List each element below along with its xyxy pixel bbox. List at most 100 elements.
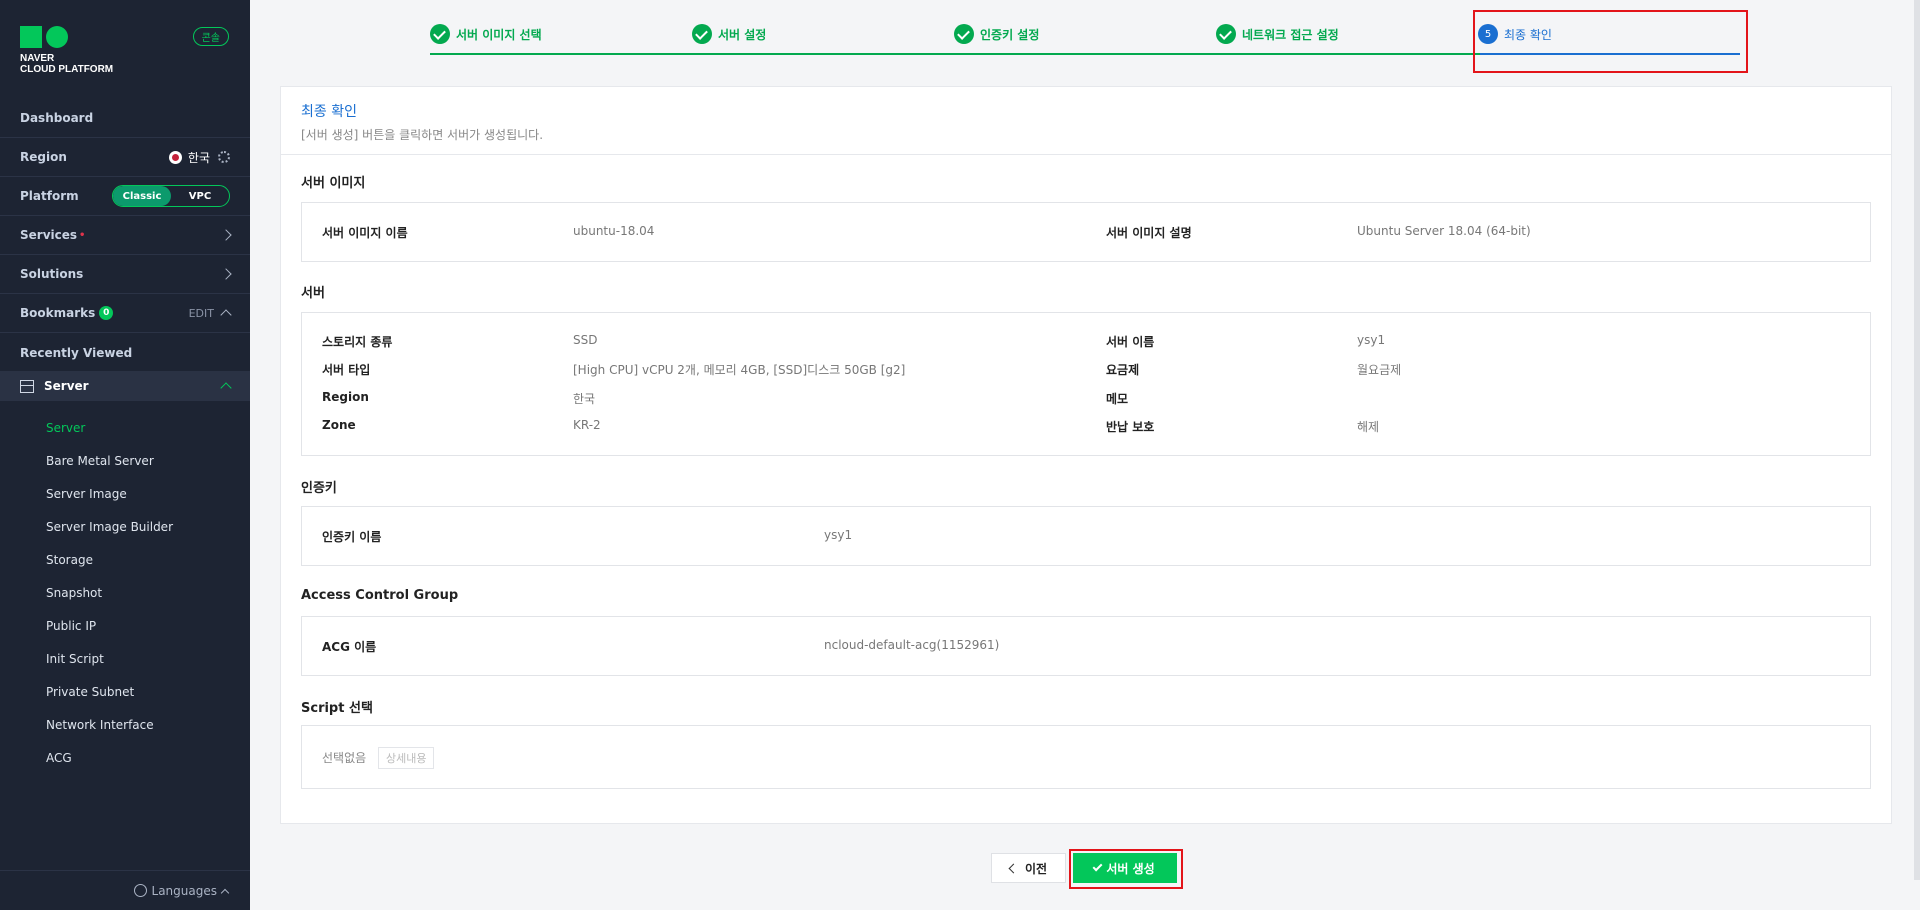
sidebar-item-network-interface[interactable]: Network Interface [46,718,154,732]
console-badge[interactable]: 콘솔 [192,27,229,46]
platform-vpc-option[interactable]: VPC [171,186,229,206]
check-circle-icon [692,24,712,44]
server-name-value: ysy1 [1357,333,1386,347]
image-name-value: ubuntu-18.04 [573,224,655,238]
scrollbar[interactable] [1914,0,1920,880]
nav-dashboard[interactable]: Dashboard [0,99,250,138]
region-selector[interactable]: 한국 [168,149,210,166]
step-server-image[interactable]: 서버 이미지 선택 [430,24,542,44]
server-type-value: [High CPU] vCPU 2개, 메모리 4GB, [SSD]디스크 50… [573,363,906,377]
nav-services-label: Services [20,228,78,242]
server-name-label: 서버 이름 [1106,335,1155,349]
sidebar-item-private-subnet[interactable]: Private Subnet [46,685,134,699]
script-box: 선택없음 상세내용 [301,725,1871,789]
naver-cloud-logo[interactable]: NAVER CLOUD PLATFORM [20,26,113,75]
step-auth-key[interactable]: 인증키 설정 [954,24,1039,44]
memo-label: 메모 [1106,392,1129,406]
sidebar-item-bare-metal-server[interactable]: Bare Metal Server [46,454,154,468]
bookmarks-edit-button[interactable]: EDIT [189,307,214,320]
chevron-right-icon [220,229,232,241]
sidebar-item-storage[interactable]: Storage [46,553,93,567]
sidebar-item-public-ip[interactable]: Public IP [46,619,96,633]
acg-name-label: ACG 이름 [322,640,377,654]
pricing-plan-value: 월요금제 [1357,363,1402,377]
sidebar-item-snapshot[interactable]: Snapshot [46,586,102,600]
termination-protection-label: 반납 보호 [1106,420,1155,434]
section-title-auth-key: 인증키 [301,481,337,496]
chevron-up-icon [220,382,232,394]
step-network-access[interactable]: 네트워크 접근 설정 [1216,24,1339,44]
nav-region[interactable]: Region 한국 [0,138,250,177]
server-icon [20,379,34,393]
sidebar-item-acg[interactable]: ACG [46,751,72,765]
languages-selector[interactable]: Languages [0,870,250,910]
storage-type-label: 스토리지 종류 [322,335,393,349]
nav-solutions-label: Solutions [20,267,84,281]
sidebar: NAVER CLOUD PLATFORM 콘솔 Dashboard Region… [0,0,250,910]
platform-toggle[interactable]: Classic VPC [112,185,230,207]
check-circle-icon [954,24,974,44]
section-title-server: 서버 [301,286,325,301]
bookmarks-count-badge: 0 [99,306,114,320]
stepper-progress-line [430,53,1480,55]
server-settings-box: 스토리지 종류 SSD 서버 타입 [High CPU] vCPU 2개, 메모… [301,312,1871,456]
image-desc-label: 서버 이미지 설명 [1106,226,1192,240]
script-selection-row: 선택없음 상세내용 [322,747,435,769]
server-image-box: 서버 이미지 이름 ubuntu-18.04 서버 이미지 설명 Ubuntu … [301,202,1871,262]
sidebar-item-init-script[interactable]: Init Script [46,652,104,666]
final-confirm-panel: 최종 확인 [서버 생성] 버튼을 클릭하면 서버가 생성됩니다. 서버 이미지… [280,86,1892,824]
acg-name-value: ncloud-default-acg(1152961) [824,638,1000,652]
sidebar-item-server[interactable]: Server [46,421,85,435]
server-type-label: 서버 타입 [322,363,371,377]
chevron-left-icon [1008,863,1019,873]
platform-classic-option[interactable]: Classic [113,186,171,206]
highlight-box-create-button [1069,849,1183,889]
image-desc-value: Ubuntu Server 18.04 (64-bit) [1357,224,1531,238]
step-server-settings[interactable]: 서버 설정 [692,24,766,44]
section-title-script: Script 선택 [301,701,373,716]
highlight-box-current-step [1473,10,1748,73]
nav-server-group[interactable]: Server [0,371,250,401]
step-label: 서버 설정 [718,27,767,42]
termination-protection-value: 해제 [1357,420,1380,434]
chevron-up-icon[interactable] [220,309,232,321]
nav-bookmarks[interactable]: Bookmarks 0 EDIT [0,294,250,333]
region-label: Region [20,150,67,164]
nav-recently-viewed[interactable]: Recently Viewed [0,333,250,372]
nav-dashboard-label: Dashboard [20,111,94,125]
panel-description: [서버 생성] 버튼을 클릭하면 서버가 생성됩니다. [301,128,544,142]
panel-header: 최종 확인 [서버 생성] 버튼을 클릭하면 서버가 생성됩니다. [281,87,1891,155]
step-label: 인증키 설정 [980,27,1040,42]
panel-title: 최종 확인 [301,104,357,120]
nav-recently-viewed-label: Recently Viewed [20,345,133,360]
section-title-server-image: 서버 이미지 [301,176,366,191]
chevron-right-icon [220,268,232,280]
acg-box: ACG 이름 ncloud-default-acg(1152961) [301,616,1871,676]
auth-key-name-label: 인증키 이름 [322,530,382,544]
zone-label: Zone [322,418,356,432]
step-label: 네트워크 접근 설정 [1242,27,1339,42]
check-circle-icon [1216,24,1236,44]
sidebar-item-server-image[interactable]: Server Image [46,487,127,501]
nav-server-group-label: Server [44,379,89,393]
nav-bookmarks-label: Bookmarks [20,306,96,320]
region-label: Region [322,390,369,404]
chevron-up-icon [220,888,230,897]
prev-button[interactable]: 이전 [991,853,1066,883]
gear-icon[interactable] [218,151,230,163]
nav-services[interactable]: Services • [0,216,250,255]
zone-value: KR-2 [573,418,601,432]
script-detail-button[interactable]: 상세내용 [378,747,435,769]
storage-type-value: SSD [573,333,598,347]
platform-label: Platform [20,189,79,203]
sidebar-item-server-image-builder[interactable]: Server Image Builder [46,520,173,534]
nav-solutions[interactable]: Solutions [0,255,250,294]
image-name-label: 서버 이미지 이름 [322,226,408,240]
logo-text: NAVER CLOUD PLATFORM [20,53,114,75]
script-value: 선택없음 [322,751,367,765]
nav-platform: Platform Classic VPC [0,177,250,216]
region-value: 한국 [187,150,210,165]
korea-flag-icon [168,150,182,164]
check-circle-icon [430,24,450,44]
logo-mark-icon [20,26,113,48]
